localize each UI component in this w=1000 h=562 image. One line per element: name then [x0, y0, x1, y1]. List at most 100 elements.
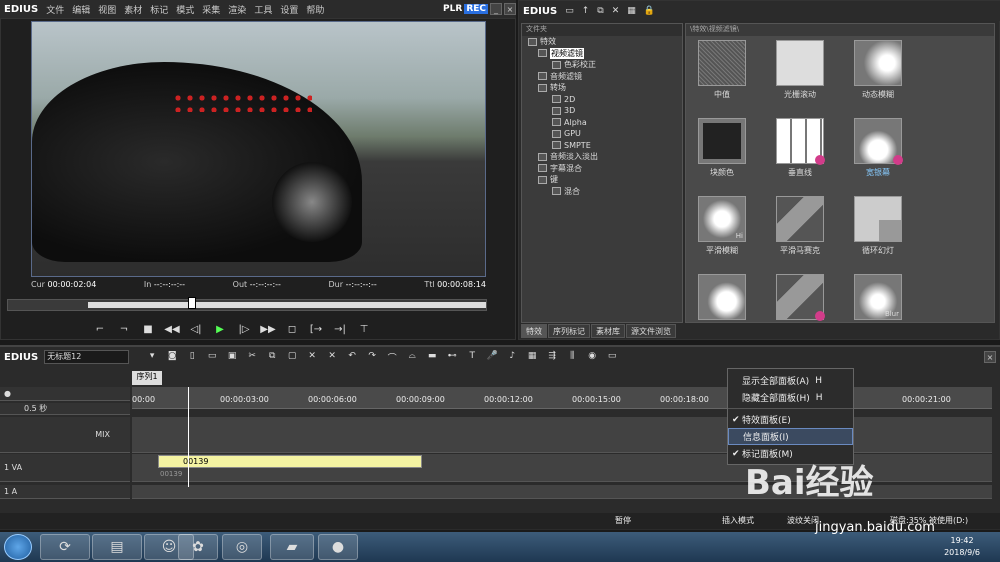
tree-item[interactable]: 字幕混合 [522, 163, 682, 175]
fast-forward-icon[interactable]: ▶▶ [259, 322, 277, 336]
tab-library[interactable]: 素材库 [591, 324, 625, 338]
camera-icon[interactable]: ◙ [165, 351, 179, 363]
timeline-clip[interactable]: 00139 [158, 455, 422, 468]
overwrite-icon[interactable]: →| [331, 322, 349, 336]
step-forward-icon[interactable]: |▷ [235, 322, 253, 336]
effect-tile[interactable]: 块颜色 [686, 118, 758, 178]
menu-marker[interactable]: 标记 [150, 3, 168, 16]
tree-item[interactable]: 音频滤镜 [522, 71, 682, 83]
folder-icon[interactable]: ▭ [565, 6, 574, 16]
effect-tile[interactable]: Hi 平滑模糊 [686, 196, 758, 256]
effect-tile[interactable]: 中值 [686, 40, 758, 100]
play-icon[interactable]: ▶ [211, 322, 229, 336]
close-icon[interactable]: ✕ [612, 6, 620, 16]
mark-out-icon[interactable]: ¬ [115, 322, 133, 336]
menu-edit[interactable]: 编辑 [72, 3, 90, 16]
system-clock[interactable]: 19:42 2018/9/6 [944, 535, 980, 559]
menu-help[interactable]: 帮助 [306, 3, 324, 16]
up-icon[interactable]: ↑ [582, 6, 590, 16]
mix-lane[interactable] [132, 417, 992, 453]
save-icon[interactable]: ▣ [225, 351, 239, 363]
taskbar-edius-icon[interactable]: ▰ [270, 534, 314, 560]
tab-sequence-markers[interactable]: 序列标记 [548, 324, 590, 338]
effect-tile[interactable] [686, 274, 758, 322]
menu-view[interactable]: 视图 [98, 3, 116, 16]
grid-icon[interactable]: ▦ [525, 351, 539, 363]
tab-effects[interactable]: 特效 [521, 324, 547, 338]
scrub-knob[interactable] [188, 297, 196, 309]
loop-icon[interactable]: ◻ [283, 322, 301, 336]
menu-hide-all-panels[interactable]: 隐藏全部面板(H) H [728, 389, 853, 406]
tree-item[interactable]: 转场 [522, 82, 682, 94]
zoom-value[interactable]: 0.5 秒 [24, 403, 47, 414]
tree-item[interactable]: 键 [522, 174, 682, 186]
tree-item[interactable]: 特效 [522, 36, 682, 48]
ripple-delete-icon[interactable]: ✕ [325, 351, 339, 363]
tree-item[interactable]: 音频淡入淡出 [522, 151, 682, 163]
track-lock-icon[interactable]: ● [4, 389, 11, 398]
status-insert[interactable]: 插入模式 [722, 515, 754, 526]
snap-icon[interactable]: ⌒ [385, 351, 399, 364]
taskbar-folder-icon[interactable]: ▤ [92, 534, 142, 560]
a-track-header[interactable]: 1 A [0, 485, 130, 499]
view-icon[interactable]: ▦ [627, 6, 636, 16]
scrub-track[interactable] [88, 302, 486, 308]
step-back-icon[interactable]: ◁| [187, 322, 205, 336]
taskbar-firefox-icon[interactable]: ◎ [222, 534, 262, 560]
minimize-button[interactable]: _ [490, 3, 502, 15]
copy-icon[interactable]: ⧉ [597, 6, 603, 16]
effect-tile[interactable]: 光栅滚动 [764, 40, 836, 100]
tree-item[interactable]: 色彩校正 [522, 59, 682, 71]
undo-icon[interactable]: ↶ [345, 351, 359, 363]
tree-item[interactable]: Alpha [522, 117, 682, 129]
tree-item-selected[interactable]: 视频滤镜 [522, 47, 682, 60]
redo-icon[interactable]: ↷ [365, 351, 379, 363]
menu-render[interactable]: 渲染 [228, 3, 246, 16]
audio-mixer-icon[interactable]: ⫼ [565, 351, 579, 363]
menu-effects-panel[interactable]: ✔ 特效面板(E) [728, 411, 853, 428]
new-file-icon[interactable]: ▯ [185, 351, 199, 363]
mark-in-icon[interactable]: ⌐ [91, 322, 109, 336]
playhead[interactable] [188, 387, 189, 487]
time-ruler[interactable]: 00:00 00:00:03:00 00:00:06:00 00:00:09:0… [132, 387, 992, 409]
menu-mode[interactable]: 模式 [176, 3, 194, 16]
sequence-tab[interactable]: 序列1 [132, 371, 162, 385]
menu-info-panel[interactable]: 信息面板(I) [728, 428, 853, 445]
render-icon[interactable]: ⇶ [545, 351, 559, 363]
menu-capture[interactable]: 采集 [202, 3, 220, 16]
menu-clip[interactable]: 素材 [124, 3, 142, 16]
menu-file[interactable]: 文件 [46, 3, 64, 16]
film-icon[interactable]: ▬ [425, 351, 439, 363]
stop-icon[interactable]: ■ [139, 322, 157, 336]
sync-icon[interactable]: ⊷ [445, 351, 459, 363]
tree-item[interactable]: 混合 [522, 186, 682, 198]
menu-settings[interactable]: 设置 [280, 3, 298, 16]
menu-show-all-panels[interactable]: 显示全部面板(A) H [728, 372, 853, 389]
effect-tile[interactable]: 平滑马赛克 [764, 196, 836, 256]
mic-icon[interactable]: 🎤 [485, 351, 499, 363]
tab-source-browser[interactable]: 源文件浏览 [626, 324, 676, 338]
close-button[interactable]: × [504, 3, 516, 15]
paste-icon[interactable]: ▢ [285, 351, 299, 363]
effect-tile[interactable]: 循环幻灯 [842, 196, 914, 256]
export-icon[interactable]: ⊤ [355, 322, 373, 336]
effect-tile[interactable] [764, 274, 836, 322]
scrub-bar[interactable] [7, 297, 487, 311]
plr-rec-toggle[interactable]: PLR REC [443, 4, 488, 14]
taskbar-media-icon[interactable]: ✿ [178, 534, 218, 560]
tree-item[interactable]: GPU [522, 128, 682, 140]
link-icon[interactable]: ⌓ [405, 351, 419, 363]
effect-tile-selected[interactable]: 宽银幕 [842, 118, 914, 178]
record-icon[interactable]: ◉ [585, 351, 599, 363]
copy-icon[interactable]: ⧉ [265, 351, 279, 363]
insert-icon[interactable]: [→ [307, 322, 325, 336]
tree-item[interactable]: 2D [522, 94, 682, 106]
timeline-close-button[interactable]: × [984, 351, 996, 363]
taskbar-record-icon[interactable]: ● [318, 534, 358, 560]
menu-tools[interactable]: 工具 [254, 3, 272, 16]
new-sequence-icon[interactable]: ▾ [145, 351, 159, 363]
effect-tile[interactable]: Blur [842, 274, 914, 322]
lock-icon[interactable]: 🔒 [644, 6, 655, 16]
delete-icon[interactable]: ✕ [305, 351, 319, 363]
panel-menu-icon[interactable]: ▭ [605, 351, 619, 363]
